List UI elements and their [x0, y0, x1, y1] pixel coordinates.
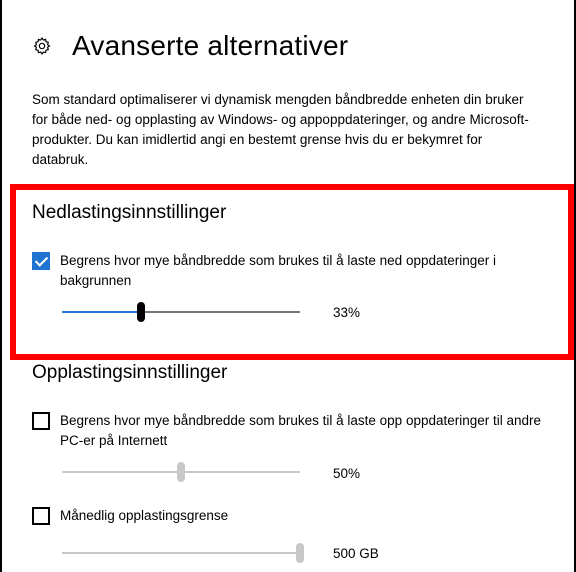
monthly-slider-value: 500 GB: [333, 546, 379, 561]
monthly-limit-slider[interactable]: [62, 543, 304, 563]
download-section-title: Nedlastingsinnstillinger: [32, 202, 227, 223]
upload-limit-checkbox[interactable]: [32, 412, 50, 430]
upload-slider-value: 50%: [333, 466, 361, 481]
upload-limit-label: Begrens hvor mye båndbredde som brukes t…: [60, 413, 542, 448]
download-bandwidth-slider[interactable]: [62, 302, 300, 322]
download-slider-fill: [62, 311, 141, 313]
upload-limit-row[interactable]: Begrens hvor mye båndbredde som brukes t…: [32, 411, 562, 451]
page-header: Avanserte alternativer: [32, 26, 348, 66]
upload-slider-thumb[interactable]: [177, 462, 185, 482]
monthly-slider-thumb[interactable]: [296, 543, 304, 563]
gear-icon: [33, 37, 51, 55]
window-left-border: [0, 0, 2, 572]
monthly-limit-label: Månedlig opplastingsgrense: [60, 508, 229, 523]
monthly-slider-track: [62, 552, 300, 554]
monthly-limit-row[interactable]: Månedlig opplastingsgrense: [32, 506, 562, 526]
monthly-limit-checkbox[interactable]: [32, 507, 50, 525]
page-title: Avanserte alternativer: [72, 30, 349, 61]
download-limit-row[interactable]: Begrens hvor mye båndbredde som brukes t…: [32, 251, 562, 291]
upload-bandwidth-slider[interactable]: [62, 462, 300, 482]
download-slider-thumb[interactable]: [137, 302, 145, 322]
download-limit-checkbox[interactable]: [32, 252, 50, 270]
download-slider-value: 33%: [333, 305, 361, 320]
download-limit-label: Begrens hvor mye båndbredde som brukes t…: [60, 253, 497, 288]
upload-section-title: Opplastingsinnstillinger: [32, 362, 228, 383]
description-text: Som standard optimaliserer vi dynamisk m…: [32, 92, 529, 167]
